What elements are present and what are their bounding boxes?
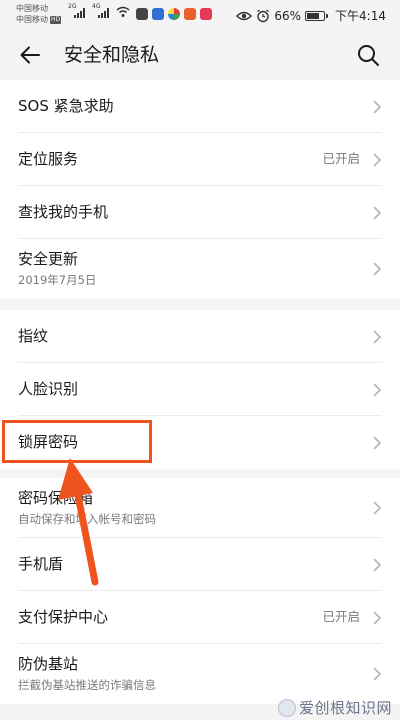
eye-comfort-icon [236,11,253,20]
hd-badge: HD [50,15,62,24]
setting-label: 防伪基站 [18,655,79,673]
setting-location[interactable]: 定位服务 已开启 [18,133,382,186]
setting-payment-protection[interactable]: 支付保护中心 已开启 [18,591,382,644]
page-title: 安全和隐私 [64,44,160,66]
signal-icon-2 [98,6,109,18]
setting-label: 指纹 [18,327,49,345]
carrier-label-2: 中国移动 HD [16,15,62,25]
settings-group-privacy: 密码保险箱 自动保存和填入帐号和密码 手机盾 支付保护中心 已开启 防伪基站 拦… [0,478,400,704]
setting-label: 人脸识别 [18,380,79,398]
status-text: 已开启 [322,609,360,624]
setting-password-vault[interactable]: 密码保险箱 自动保存和填入帐号和密码 [18,478,382,538]
watermark: 爱创根知识网 [277,697,392,718]
app-notification-icon-5 [200,8,212,20]
watermark-logo-icon [277,698,296,717]
app-notification-icon-4 [184,8,196,20]
setting-label: 定位服务 [18,150,79,168]
chevron-right-icon [373,330,382,344]
setting-face-recognition[interactable]: 人脸识别 [18,363,382,416]
carrier-label-1: 中国移动 [16,4,48,13]
app-notification-icon-2 [152,8,164,20]
chevron-right-icon [373,436,382,450]
app-bar: 安全和隐私 [0,30,400,80]
setting-subtitle: 2019年7月5日 [18,273,97,287]
setting-fingerprint[interactable]: 指纹 [18,310,382,363]
arrow-left-icon[interactable] [18,43,42,67]
carrier-label-2-text: 中国移动 [16,15,48,24]
chevron-right-icon [373,100,382,114]
chevron-right-icon [373,611,382,625]
chevron-right-icon [373,206,382,220]
setting-label: 安全更新 [18,250,79,268]
setting-anti-fake-base-station[interactable]: 防伪基站 拦截伪基站推送的诈骗信息 [18,644,382,704]
signal-icon [74,6,85,18]
search-icon[interactable] [356,43,380,67]
status-right: 66% 下午4:14 [236,7,386,24]
settings-group-general: SOS 紧急求助 定位服务 已开启 查找我的手机 安全更新 2019年7月5日 [0,80,400,299]
app-notification-icon [136,8,148,20]
setting-find-my-phone[interactable]: 查找我的手机 [18,186,382,239]
chevron-right-icon [373,153,382,167]
setting-label: 密码保险箱 [18,489,94,507]
setting-subtitle: 拦截伪基站推送的诈骗信息 [18,678,156,692]
chevron-right-icon [373,383,382,397]
chevron-right-icon [373,558,382,572]
chevron-right-icon [373,262,382,276]
chevron-right-icon [373,667,382,681]
setting-sos[interactable]: SOS 紧急求助 [18,80,382,133]
status-text: 已开启 [322,151,360,166]
chevron-right-icon [373,501,382,515]
status-bar: 中国移动 中国移动 HD 2G 4G 66% 下午4:14 [0,0,400,30]
setting-label: 手机盾 [18,555,64,573]
watermark-text: 爱创根知识网 [298,699,392,717]
wifi-icon [116,6,130,17]
setting-subtitle: 自动保存和填入帐号和密码 [18,512,156,526]
battery-percent: 66% [274,8,302,23]
alarm-icon [257,8,270,22]
clock: 下午4:14 [335,9,386,23]
setting-label: 锁屏密码 [18,433,79,451]
battery-icon [305,10,329,21]
setting-label: SOS 紧急求助 [18,97,114,115]
settings-group-biometrics: 指纹 人脸识别 锁屏密码 [0,310,400,469]
setting-label: 查找我的手机 [18,203,109,221]
app-notification-icon-3 [168,8,180,20]
setting-security-update[interactable]: 安全更新 2019年7月5日 [18,239,382,299]
setting-label: 支付保护中心 [18,608,109,626]
setting-phone-shield[interactable]: 手机盾 [18,538,382,591]
battery-level-fill [307,12,319,19]
setting-lock-screen-password[interactable]: 锁屏密码 [18,416,382,469]
